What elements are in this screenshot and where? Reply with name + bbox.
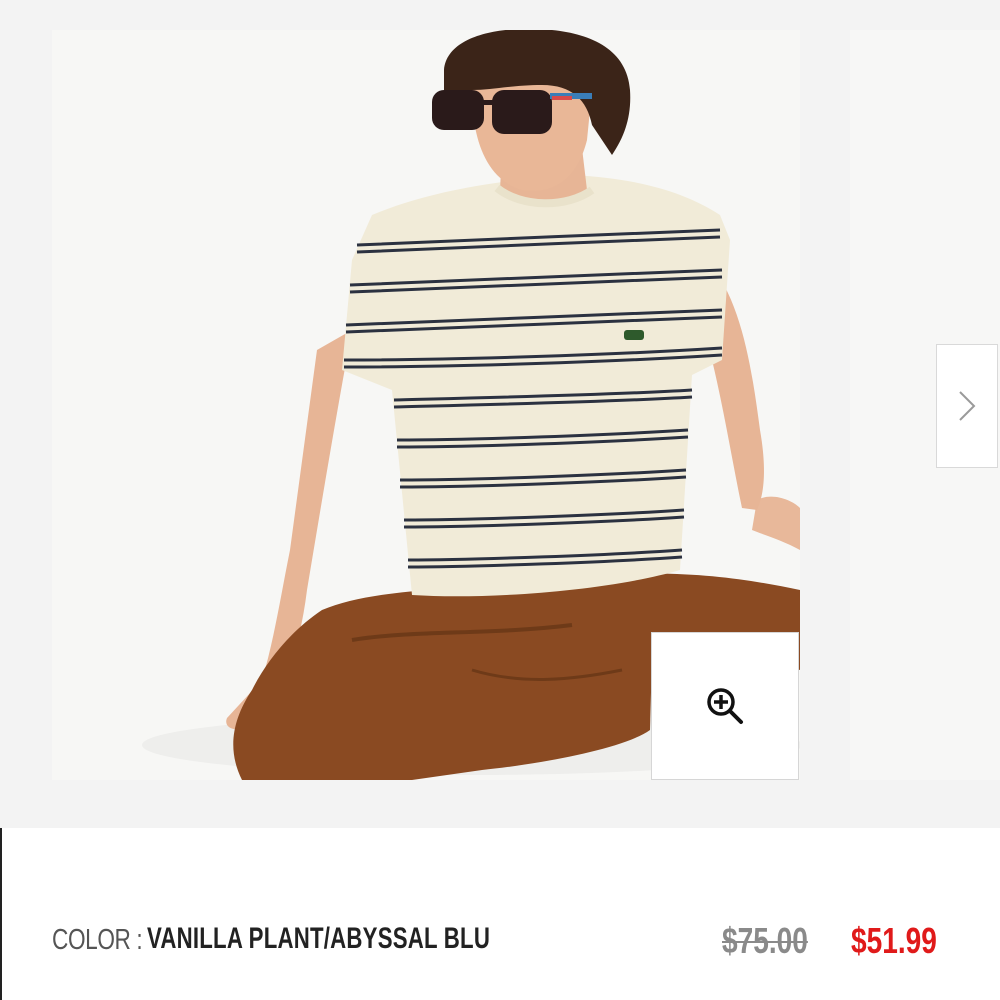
- original-price: $75.00: [722, 920, 808, 961]
- product-page: COLOR : VANILLA PLANT/ABYSSAL BLU $75.00…: [0, 0, 1000, 1000]
- color-separator: :: [130, 924, 143, 956]
- zoom-in-icon: [707, 688, 743, 724]
- zoom-button[interactable]: [651, 632, 799, 780]
- color-label: COLOR :: [52, 924, 143, 957]
- color-label-text: COLOR: [52, 924, 131, 956]
- sale-price: $51.99: [851, 920, 937, 961]
- chevron-right-icon: [959, 391, 976, 421]
- next-image-button[interactable]: [936, 344, 998, 468]
- product-gallery: [0, 0, 1000, 828]
- color-value: VANILLA PLANT/ABYSSAL BLU: [147, 922, 491, 955]
